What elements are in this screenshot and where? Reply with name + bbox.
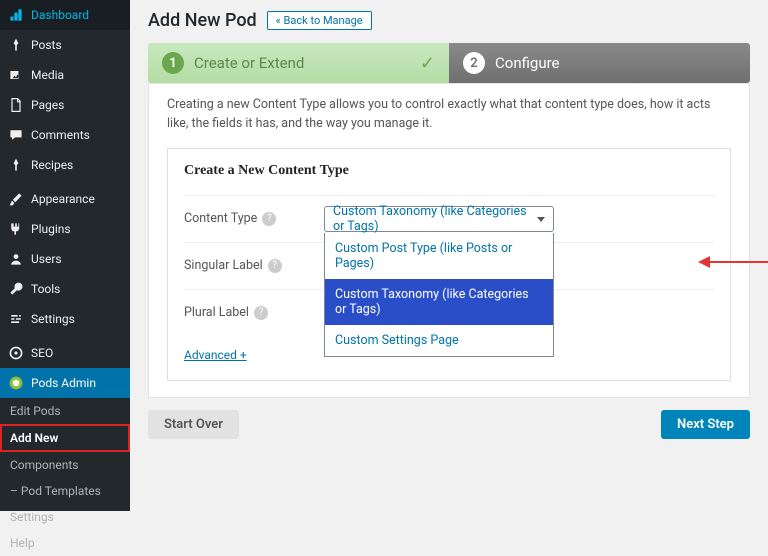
sidebar-item-comments[interactable]: Comments xyxy=(0,120,130,150)
wizard-step-create[interactable]: 1 Create or Extend ✓ xyxy=(148,43,449,83)
sidebar-item-media[interactable]: Media xyxy=(0,60,130,90)
sidebar-sub-components[interactable]: Components xyxy=(0,452,130,478)
content-type-select[interactable]: Custom Taxonomy (like Categories or Tags… xyxy=(324,206,554,232)
help-icon[interactable]: ? xyxy=(262,212,276,226)
sidebar-sub-edit-pods[interactable]: Edit Pods xyxy=(0,398,130,424)
seo-icon xyxy=(8,345,24,361)
sidebar-item-users[interactable]: Users xyxy=(0,244,130,274)
sidebar-item-seo[interactable]: SEO xyxy=(0,338,130,368)
content-type-label: Content Type ? xyxy=(184,211,324,226)
next-step-button[interactable]: Next Step xyxy=(661,410,750,439)
sidebar-item-dashboard[interactable]: Dashboard xyxy=(0,0,130,30)
wrench-icon xyxy=(8,281,24,297)
brush-icon xyxy=(8,191,24,207)
sidebar-item-pods-admin[interactable]: Pods Admin xyxy=(0,368,130,398)
intro-text: Creating a new Content Type allows you t… xyxy=(167,96,731,134)
sidebar-item-posts[interactable]: Posts xyxy=(0,30,130,60)
pin-icon xyxy=(8,157,24,173)
sidebar-item-appearance[interactable]: Appearance xyxy=(0,184,130,214)
help-icon[interactable]: ? xyxy=(268,259,282,273)
admin-sidebar: DashboardPostsMediaPagesCommentsRecipes … xyxy=(0,0,130,511)
comment-icon xyxy=(8,127,24,143)
page-icon xyxy=(8,97,24,113)
page-title: Add New Pod xyxy=(148,10,257,31)
media-icon xyxy=(8,67,24,83)
plural-label-label: Plural Label ? xyxy=(184,305,324,320)
back-to-manage-button[interactable]: « Back to Manage xyxy=(267,11,372,30)
check-icon: ✓ xyxy=(420,53,435,74)
wizard-step-configure[interactable]: 2 Configure xyxy=(449,43,750,83)
sidebar-item-pages[interactable]: Pages xyxy=(0,90,130,120)
pin-icon xyxy=(8,37,24,53)
sidebar-sub-help[interactable]: Help xyxy=(0,530,130,556)
sidebar-sub-add-new[interactable]: Add New xyxy=(0,424,130,452)
form-title: Create a New Content Type xyxy=(184,163,714,179)
dropdown-option[interactable]: Custom Post Type (like Posts or Pages) xyxy=(325,233,553,279)
main-content: Add New Pod « Back to Manage 1 Create or… xyxy=(130,0,768,511)
panel: Creating a new Content Type allows you t… xyxy=(148,83,750,398)
sidebar-sub--pod-templates[interactable]: – Pod Templates xyxy=(0,478,130,504)
sidebar-sub-settings[interactable]: Settings xyxy=(0,504,130,530)
dropdown-option[interactable]: Custom Settings Page xyxy=(325,325,553,356)
help-icon[interactable]: ? xyxy=(254,306,268,320)
dashboard-icon xyxy=(8,7,24,23)
step-number-1: 1 xyxy=(162,52,184,74)
singular-label-label: Singular Label ? xyxy=(184,258,324,273)
sidebar-item-settings[interactable]: Settings xyxy=(0,304,130,334)
content-type-dropdown: Custom Post Type (like Posts or Pages)Cu… xyxy=(324,233,554,357)
plug-icon xyxy=(8,221,24,237)
step-number-2: 2 xyxy=(463,52,485,74)
sidebar-item-recipes[interactable]: Recipes xyxy=(0,150,130,180)
settings-icon xyxy=(8,311,24,327)
pods-icon xyxy=(8,375,24,391)
annotation-arrow xyxy=(708,261,768,263)
sidebar-item-tools[interactable]: Tools xyxy=(0,274,130,304)
start-over-button[interactable]: Start Over xyxy=(148,410,239,439)
create-content-type-form: Create a New Content Type Content Type ?… xyxy=(167,148,731,381)
dropdown-option[interactable]: Custom Taxonomy (like Categories or Tags… xyxy=(325,279,553,325)
wizard-steps: 1 Create or Extend ✓ 2 Configure xyxy=(148,43,750,83)
sidebar-item-plugins[interactable]: Plugins xyxy=(0,214,130,244)
users-icon xyxy=(8,251,24,267)
